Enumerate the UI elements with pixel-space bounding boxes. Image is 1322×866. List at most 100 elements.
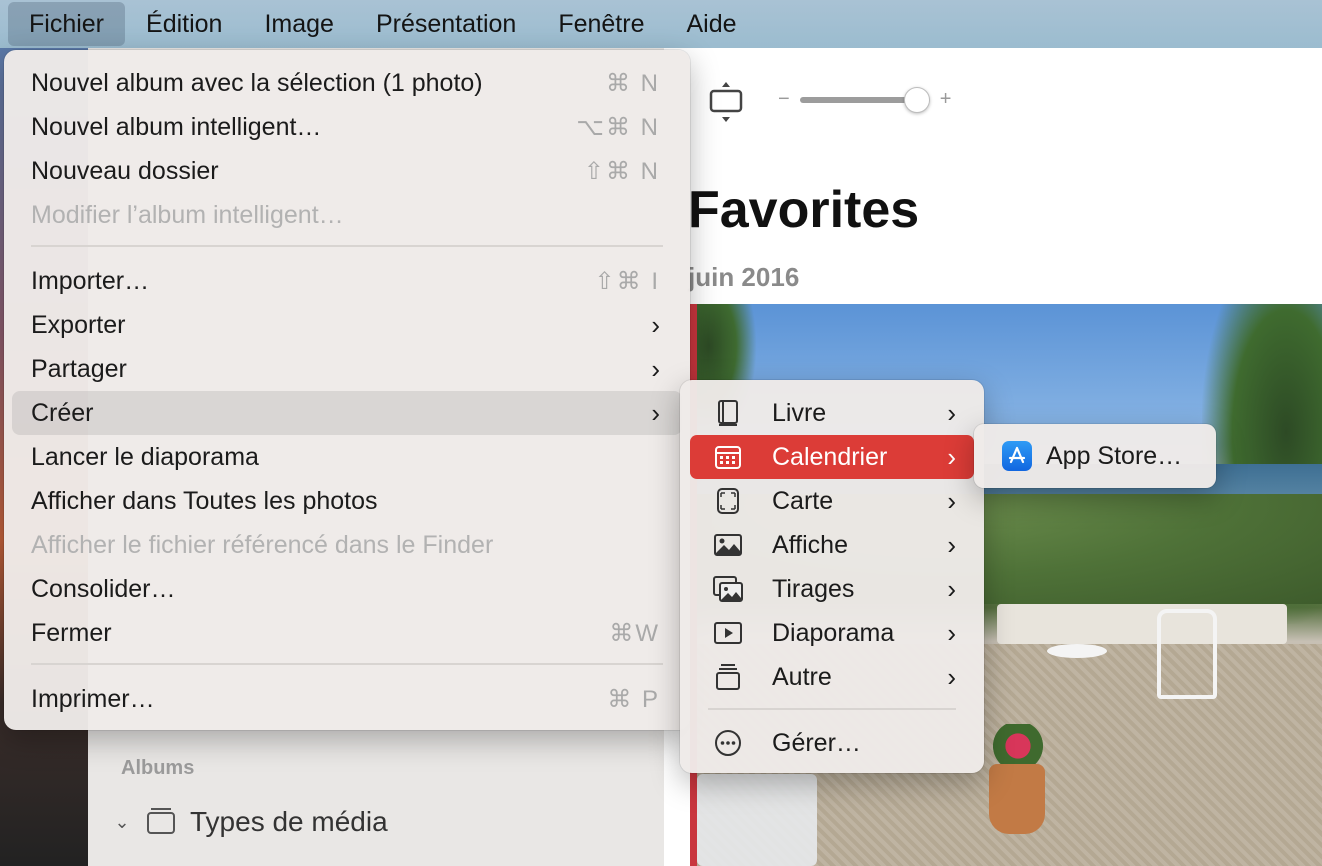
menu-item-card[interactable]: Carte › [690, 479, 974, 523]
sidebar-section-albums: Albums [121, 757, 195, 779]
menu-item-slideshow[interactable]: Diaporama › [690, 611, 974, 655]
menu-item-label: Diaporama [772, 618, 895, 647]
menu-item-book[interactable]: Livre › [690, 391, 974, 435]
menu-item-label: Nouvel album intelligent… [31, 112, 322, 141]
chevron-right-icon: › [651, 309, 660, 340]
menu-item-label: Autre [772, 662, 832, 691]
sidebar-item-media-types[interactable]: ⌄ Types de média [112, 800, 388, 844]
menu-item-shortcut: ⌘ N [606, 69, 660, 97]
menu-separator [708, 708, 956, 710]
app-store-icon [1002, 441, 1032, 471]
menu-item-show-referenced-file: Afficher le fichier référencé dans le Fi… [12, 523, 682, 567]
menu-item-prints[interactable]: Tirages › [690, 567, 974, 611]
menu-item-shortcut: ⌥⌘ N [576, 113, 660, 141]
page-title: Favorites [688, 181, 920, 239]
menu-item-poster[interactable]: Affiche › [690, 523, 974, 567]
chevron-right-icon: › [947, 529, 956, 560]
menu-item-export[interactable]: Exporter › [12, 303, 682, 347]
zoom-slider-knob[interactable] [903, 86, 930, 113]
menu-item-label: App Store… [1046, 441, 1183, 470]
more-icon [712, 727, 744, 759]
menu-item-label: Gérer… [772, 728, 861, 757]
menu-item-import[interactable]: Importer… ⇧⌘ I [12, 259, 682, 303]
menu-item-close[interactable]: Fermer ⌘W [12, 611, 682, 655]
chevron-right-icon: › [947, 617, 956, 648]
menu-item-label: Exporter [31, 310, 126, 339]
chevron-right-icon: › [947, 661, 956, 692]
file-menu: Nouvel album avec la sélection (1 photo)… [4, 50, 690, 730]
photo-scene [997, 604, 1287, 644]
menu-edition[interactable]: Édition [125, 2, 243, 46]
create-submenu: Livre › Calendrier › Carte › Affiche › T… [680, 380, 984, 773]
menu-item-label: Calendrier [772, 442, 888, 471]
menu-item-calendar[interactable]: Calendrier › [690, 435, 974, 479]
chevron-right-icon: › [651, 353, 660, 384]
menu-item-new-album-selection[interactable]: Nouvel album avec la sélection (1 photo)… [12, 61, 682, 105]
zoom-slider[interactable] [799, 86, 930, 113]
menu-item-share[interactable]: Partager › [12, 347, 682, 391]
menu-item-show-in-all-photos[interactable]: Afficher dans Toutes les photos [12, 479, 682, 523]
menu-item-label: Créer [31, 398, 94, 427]
menu-item-label: Importer… [31, 266, 150, 295]
menu-item-shortcut: ⌘W [609, 619, 660, 647]
prints-icon [712, 573, 744, 605]
menu-fenetre[interactable]: Fenêtre [537, 2, 665, 46]
chevron-right-icon: › [947, 397, 956, 428]
other-icon [712, 661, 744, 693]
book-icon [712, 397, 744, 429]
menu-separator [31, 245, 663, 247]
menu-item-label: Partager [31, 354, 127, 383]
menu-item-app-store[interactable]: App Store… [984, 434, 1206, 478]
menu-separator [31, 663, 663, 665]
menu-item-shortcut: ⇧⌘ I [594, 267, 660, 295]
album-stack-icon [144, 803, 178, 842]
sidebar-item-label: Types de média [190, 806, 388, 837]
chevron-right-icon: › [651, 397, 660, 428]
menu-item-print[interactable]: Imprimer… ⌘ P [12, 677, 682, 721]
menu-item-create[interactable]: Créer › [12, 391, 682, 435]
zoom-control[interactable]: − + [778, 86, 952, 113]
menu-item-label: Consolider… [31, 574, 176, 603]
menu-image[interactable]: Image [243, 2, 354, 46]
menu-item-manage[interactable]: Gérer… [690, 721, 974, 765]
menu-fichier[interactable]: Fichier [8, 2, 126, 46]
zoom-out-label[interactable]: − [778, 88, 790, 111]
menu-item-label: Afficher dans Toutes les photos [31, 486, 378, 515]
menu-item-edit-smart-album: Modifier l’album intelligent… [12, 193, 682, 237]
menu-item-shortcut: ⌘ P [607, 685, 660, 713]
menu-item-start-slideshow[interactable]: Lancer le diaporama [12, 435, 682, 479]
menu-item-new-smart-album[interactable]: Nouvel album intelligent… ⌥⌘ N [12, 105, 682, 149]
menu-item-label: Lancer le diaporama [31, 442, 259, 471]
menu-item-label: Livre [772, 398, 827, 427]
slideshow-fit-icon[interactable] [706, 80, 746, 129]
photo-scene [983, 724, 1053, 768]
menu-item-label: Carte [772, 486, 834, 515]
poster-icon [712, 529, 744, 561]
menu-item-label: Tirages [772, 574, 855, 603]
calendar-icon [712, 441, 744, 473]
menu-item-consolidate[interactable]: Consolider… [12, 567, 682, 611]
menu-item-label: Imprimer… [31, 684, 155, 713]
menu-item-label: Afficher le fichier référencé dans le Fi… [31, 530, 494, 559]
menu-item-label: Nouvel album avec la sélection (1 photo) [31, 68, 483, 97]
menu-item-shortcut: ⇧⌘ N [583, 157, 660, 185]
menu-item-label: Modifier l’album intelligent… [31, 200, 344, 229]
page-date: juin 2016 [688, 262, 800, 292]
photo-scene [1157, 609, 1217, 699]
menu-presentation[interactable]: Présentation [355, 2, 537, 46]
chevron-right-icon: › [947, 441, 956, 472]
photo-scene [697, 774, 817, 866]
chevron-down-icon[interactable]: ⌄ [112, 812, 132, 833]
photo-scene [1047, 644, 1107, 658]
menu-item-other[interactable]: Autre › [690, 655, 974, 699]
menu-item-label: Nouveau dossier [31, 156, 219, 185]
chevron-right-icon: › [947, 573, 956, 604]
chevron-right-icon: › [947, 485, 956, 516]
card-icon [712, 485, 744, 517]
menu-aide[interactable]: Aide [666, 2, 758, 46]
menu-item-new-folder[interactable]: Nouveau dossier ⇧⌘ N [12, 149, 682, 193]
photo-scene [989, 764, 1045, 834]
calendar-submenu: App Store… [974, 424, 1216, 488]
zoom-in-label[interactable]: + [940, 88, 952, 111]
menu-item-label: Affiche [772, 530, 848, 559]
